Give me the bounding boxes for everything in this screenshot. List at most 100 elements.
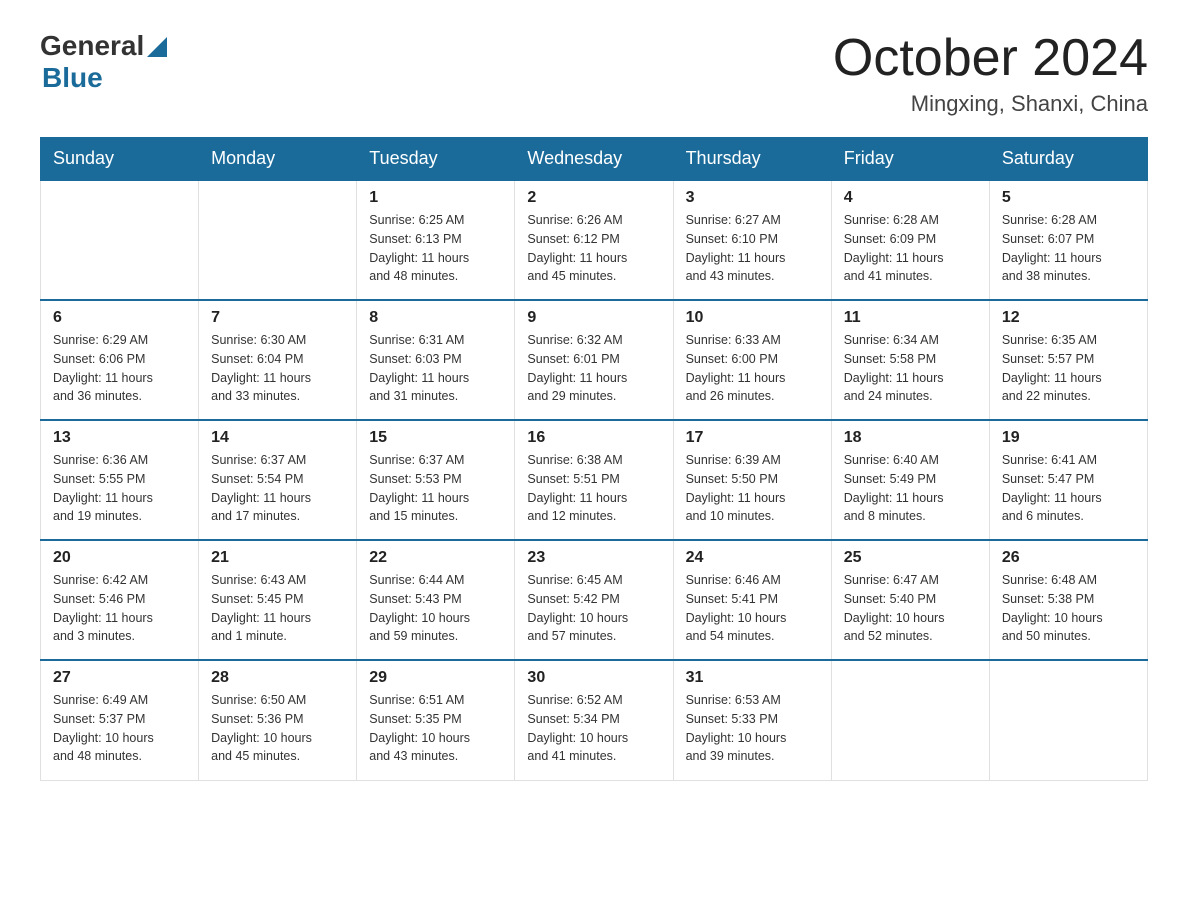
calendar-cell: 9 Sunrise: 6:32 AMSunset: 6:01 PMDaylight… [515, 300, 673, 420]
calendar-cell: 1 Sunrise: 6:25 AMSunset: 6:13 PMDaylight… [357, 180, 515, 300]
calendar-cell: 3 Sunrise: 6:27 AMSunset: 6:10 PMDaylight… [673, 180, 831, 300]
calendar-cell: 6 Sunrise: 6:29 AMSunset: 6:06 PMDaylight… [41, 300, 199, 420]
calendar-cell: 30Sunrise: 6:52 AMSunset: 5:34 PMDayligh… [515, 660, 673, 780]
calendar-cell: 18 Sunrise: 6:40 AMSunset: 5:49 PMDayligh… [831, 420, 989, 540]
calendar-cell: 22 Sunrise: 6:44 AMSunset: 5:43 PMDayligh… [357, 540, 515, 660]
day-number: 19 [1002, 429, 1135, 447]
day-info: Sunrise: 6:51 AMSunset: 5:35 PMDaylight:… [369, 691, 502, 766]
calendar-cell [989, 660, 1147, 780]
day-number: 23 [527, 549, 660, 567]
week-row-1: 1 Sunrise: 6:25 AMSunset: 6:13 PMDaylight… [41, 180, 1148, 300]
title-section: October 2024 Mingxing, Shanxi, China [833, 30, 1148, 117]
day-info: Sunrise: 6:42 AMSunset: 5:46 PMDaylight:… [53, 571, 186, 646]
day-number: 7 [211, 309, 344, 327]
calendar-cell: 19 Sunrise: 6:41 AMSunset: 5:47 PMDayligh… [989, 420, 1147, 540]
calendar-cell: 8 Sunrise: 6:31 AMSunset: 6:03 PMDaylight… [357, 300, 515, 420]
day-number: 9 [527, 309, 660, 327]
calendar-cell: 5 Sunrise: 6:28 AMSunset: 6:07 PMDaylight… [989, 180, 1147, 300]
week-row-4: 20 Sunrise: 6:42 AMSunset: 5:46 PMDayligh… [41, 540, 1148, 660]
location-subtitle: Mingxing, Shanxi, China [833, 91, 1148, 117]
day-number: 30 [527, 669, 660, 687]
calendar-cell: 14 Sunrise: 6:37 AMSunset: 5:54 PMDayligh… [199, 420, 357, 540]
day-number: 18 [844, 429, 977, 447]
calendar-cell: 23Sunrise: 6:45 AMSunset: 5:42 PMDayligh… [515, 540, 673, 660]
calendar-cell: 31 Sunrise: 6:53 AMSunset: 5:33 PMDayligh… [673, 660, 831, 780]
calendar-cell: 11Sunrise: 6:34 AMSunset: 5:58 PMDayligh… [831, 300, 989, 420]
day-info: Sunrise: 6:33 AMSunset: 6:00 PMDaylight:… [686, 331, 819, 406]
calendar-cell: 29 Sunrise: 6:51 AMSunset: 5:35 PMDayligh… [357, 660, 515, 780]
day-info: Sunrise: 6:26 AMSunset: 6:12 PMDaylight:… [527, 211, 660, 286]
calendar-cell: 12Sunrise: 6:35 AMSunset: 5:57 PMDayligh… [989, 300, 1147, 420]
day-number: 24 [686, 549, 819, 567]
day-number: 20 [53, 549, 186, 567]
day-number: 31 [686, 669, 819, 687]
day-number: 22 [369, 549, 502, 567]
day-number: 4 [844, 189, 977, 207]
logo-general-text: General [40, 30, 144, 62]
day-info: Sunrise: 6:46 AMSunset: 5:41 PMDaylight:… [686, 571, 819, 646]
day-info: Sunrise: 6:53 AMSunset: 5:33 PMDaylight:… [686, 691, 819, 766]
day-number: 21 [211, 549, 344, 567]
day-number: 29 [369, 669, 502, 687]
day-number: 17 [686, 429, 819, 447]
day-number: 1 [369, 189, 502, 207]
day-number: 3 [686, 189, 819, 207]
week-row-3: 13Sunrise: 6:36 AMSunset: 5:55 PMDayligh… [41, 420, 1148, 540]
day-number: 16 [527, 429, 660, 447]
header-saturday: Saturday [989, 138, 1147, 181]
day-number: 14 [211, 429, 344, 447]
day-info: Sunrise: 6:43 AMSunset: 5:45 PMDaylight:… [211, 571, 344, 646]
day-info: Sunrise: 6:35 AMSunset: 5:57 PMDaylight:… [1002, 331, 1135, 406]
day-info: Sunrise: 6:28 AMSunset: 6:09 PMDaylight:… [844, 211, 977, 286]
day-info: Sunrise: 6:44 AMSunset: 5:43 PMDaylight:… [369, 571, 502, 646]
calendar-cell: 15 Sunrise: 6:37 AMSunset: 5:53 PMDayligh… [357, 420, 515, 540]
header-sunday: Sunday [41, 138, 199, 181]
day-info: Sunrise: 6:37 AMSunset: 5:53 PMDaylight:… [369, 451, 502, 526]
day-number: 26 [1002, 549, 1135, 567]
calendar-cell: 20 Sunrise: 6:42 AMSunset: 5:46 PMDayligh… [41, 540, 199, 660]
calendar-cell: 4 Sunrise: 6:28 AMSunset: 6:09 PMDaylight… [831, 180, 989, 300]
header-wednesday: Wednesday [515, 138, 673, 181]
month-year-title: October 2024 [833, 30, 1148, 87]
calendar-cell: 7 Sunrise: 6:30 AMSunset: 6:04 PMDaylight… [199, 300, 357, 420]
day-number: 15 [369, 429, 502, 447]
day-info: Sunrise: 6:36 AMSunset: 5:55 PMDaylight:… [53, 451, 186, 526]
calendar-cell [831, 660, 989, 780]
day-info: Sunrise: 6:41 AMSunset: 5:47 PMDaylight:… [1002, 451, 1135, 526]
day-info: Sunrise: 6:28 AMSunset: 6:07 PMDaylight:… [1002, 211, 1135, 286]
day-info: Sunrise: 6:27 AMSunset: 6:10 PMDaylight:… [686, 211, 819, 286]
calendar-cell: 28 Sunrise: 6:50 AMSunset: 5:36 PMDayligh… [199, 660, 357, 780]
logo-blue-text: Blue [42, 62, 103, 93]
calendar-cell: 16 Sunrise: 6:38 AMSunset: 5:51 PMDayligh… [515, 420, 673, 540]
header-thursday: Thursday [673, 138, 831, 181]
day-info: Sunrise: 6:38 AMSunset: 5:51 PMDaylight:… [527, 451, 660, 526]
week-row-2: 6 Sunrise: 6:29 AMSunset: 6:06 PMDaylight… [41, 300, 1148, 420]
calendar-cell: 2Sunrise: 6:26 AMSunset: 6:12 PMDaylight… [515, 180, 673, 300]
day-info: Sunrise: 6:40 AMSunset: 5:49 PMDaylight:… [844, 451, 977, 526]
logo: General Blue [40, 30, 167, 94]
calendar-cell: 27 Sunrise: 6:49 AMSunset: 5:37 PMDayligh… [41, 660, 199, 780]
day-info: Sunrise: 6:31 AMSunset: 6:03 PMDaylight:… [369, 331, 502, 406]
day-info: Sunrise: 6:50 AMSunset: 5:36 PMDaylight:… [211, 691, 344, 766]
day-info: Sunrise: 6:29 AMSunset: 6:06 PMDaylight:… [53, 331, 186, 406]
day-info: Sunrise: 6:37 AMSunset: 5:54 PMDaylight:… [211, 451, 344, 526]
calendar-cell: 13Sunrise: 6:36 AMSunset: 5:55 PMDayligh… [41, 420, 199, 540]
day-number: 6 [53, 309, 186, 327]
day-number: 25 [844, 549, 977, 567]
calendar-cell: 26Sunrise: 6:48 AMSunset: 5:38 PMDayligh… [989, 540, 1147, 660]
day-info: Sunrise: 6:49 AMSunset: 5:37 PMDaylight:… [53, 691, 186, 766]
day-number: 28 [211, 669, 344, 687]
calendar-cell [41, 180, 199, 300]
calendar-cell: 17Sunrise: 6:39 AMSunset: 5:50 PMDayligh… [673, 420, 831, 540]
calendar-header-row: SundayMondayTuesdayWednesdayThursdayFrid… [41, 138, 1148, 181]
day-info: Sunrise: 6:30 AMSunset: 6:04 PMDaylight:… [211, 331, 344, 406]
day-info: Sunrise: 6:25 AMSunset: 6:13 PMDaylight:… [369, 211, 502, 286]
page-header: General Blue October 2024 Mingxing, Shan… [40, 30, 1148, 117]
day-info: Sunrise: 6:32 AMSunset: 6:01 PMDaylight:… [527, 331, 660, 406]
week-row-5: 27 Sunrise: 6:49 AMSunset: 5:37 PMDayligh… [41, 660, 1148, 780]
day-number: 8 [369, 309, 502, 327]
day-number: 27 [53, 669, 186, 687]
day-number: 5 [1002, 189, 1135, 207]
day-info: Sunrise: 6:34 AMSunset: 5:58 PMDaylight:… [844, 331, 977, 406]
logo-triangle-icon [147, 37, 167, 62]
